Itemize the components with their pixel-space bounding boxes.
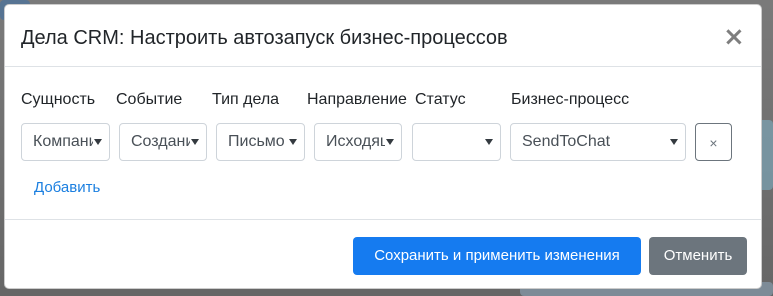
column-label-direction: Направление [307,91,407,108]
status-select[interactable] [412,123,501,161]
close-button[interactable]: × [723,22,745,52]
dialog-footer: Сохранить и применить изменения Отменить [5,219,761,288]
business-process-select[interactable]: SendToChat [510,123,686,161]
column-label-entity: Сущность [21,91,96,108]
column-label-activity-type: Тип дела [212,91,280,108]
cancel-button[interactable]: Отменить [649,237,747,275]
entity-select-value: Компания [33,133,93,150]
remove-row-button[interactable]: × [695,123,732,161]
event-select-value: Создание [131,133,190,150]
save-and-apply-button[interactable]: Сохранить и применить изменения [353,237,641,275]
crm-autostart-dialog: Дела CRM: Настроить автозапуск бизнес-пр… [4,4,762,289]
close-icon: × [709,135,718,151]
column-label-business-process: Бизнес-процесс [511,91,630,108]
activity-type-select[interactable]: Письмо [216,123,305,161]
chevron-down-icon [289,139,297,145]
activity-type-select-value: Письмо [228,133,285,150]
event-select[interactable]: Создание [119,123,207,161]
chevron-down-icon [386,139,394,145]
chevron-down-icon [191,139,199,145]
dialog-body: Сущность Событие Тип дела Направление Ст… [5,67,761,219]
entity-select[interactable]: Компания [21,123,110,161]
column-label-event: Событие [116,91,183,108]
direction-select[interactable]: Исходящее [314,123,402,161]
add-rule-link[interactable]: Добавить [34,178,100,198]
business-process-select-value: SendToChat [522,133,611,150]
direction-select-value: Исходящее [326,133,385,150]
dialog-title: Дела CRM: Настроить автозапуск бизнес-пр… [21,27,508,49]
column-label-status: Статус [415,91,466,108]
chevron-down-icon [94,139,102,145]
chevron-down-icon [485,139,493,145]
close-icon: × [723,22,745,52]
dialog-header: Дела CRM: Настроить автозапуск бизнес-пр… [5,5,761,67]
chevron-down-icon [670,139,678,145]
